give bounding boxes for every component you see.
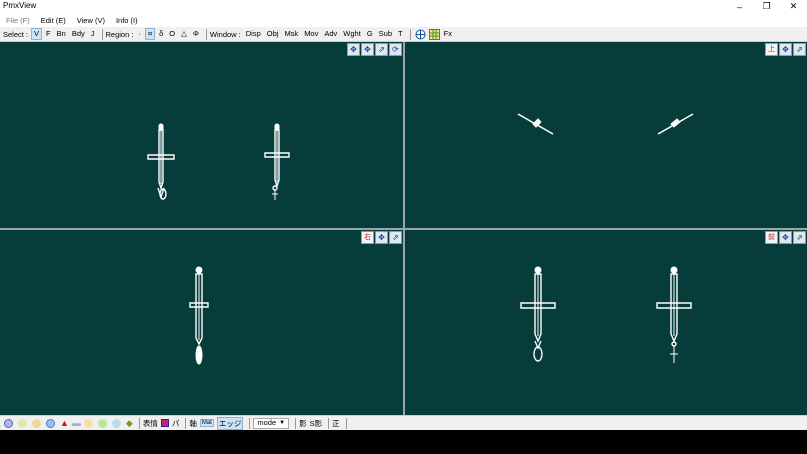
move-icon[interactable]: ✥ xyxy=(361,43,374,56)
select-face-button[interactable]: F xyxy=(44,28,53,40)
vertex-display-icon[interactable] xyxy=(4,418,13,428)
model-render-right xyxy=(189,266,209,365)
front-button[interactable]: 正 xyxy=(332,418,340,429)
region-point-button[interactable]: · xyxy=(136,28,143,40)
menu-view[interactable]: View (V) xyxy=(77,16,105,25)
mode-dropdown-label: mode xyxy=(257,418,277,427)
chevron-down-icon: ▼ xyxy=(279,420,286,426)
face-display-icon[interactable] xyxy=(32,418,41,428)
edge-button[interactable]: エッジ xyxy=(216,416,244,430)
select-label: Select : xyxy=(3,29,29,39)
bottom-separator xyxy=(345,417,347,429)
region-lasso-button[interactable]: δ xyxy=(157,28,165,40)
window-adv-button[interactable]: Adv xyxy=(322,28,339,40)
viewport-right[interactable]: 右 ✥ ⇗ xyxy=(0,230,403,415)
region-triangle-button[interactable]: △ xyxy=(179,28,189,40)
view-label-right[interactable]: 右 xyxy=(361,231,374,244)
bottom-toolbar: ▲ ▬ ◆ 表情 パ 軸 Mat エッジ mode ▼ 影 S影 正 xyxy=(0,415,807,430)
window-mov-button[interactable]: Mov xyxy=(302,28,320,40)
bone-display-icon[interactable] xyxy=(83,418,93,428)
title-bar: PmxView – ❐ ✕ xyxy=(0,0,807,13)
restore-icon[interactable]: ❐ xyxy=(753,0,780,13)
window-t-button[interactable]: T xyxy=(396,28,405,40)
bottom-separator xyxy=(185,417,187,429)
color-swatch-icon[interactable] xyxy=(160,419,169,427)
viewport-tools: ✥ ✥ ⇗ ⟳ xyxy=(347,43,402,56)
toolbar: Select : V F Bn Bdy J Region : · ¤ δ O △… xyxy=(0,27,807,42)
zoom-icon[interactable]: ⇗ xyxy=(793,231,806,244)
fx-button[interactable]: Fx xyxy=(442,28,454,40)
window-title: PmxView xyxy=(3,1,37,10)
ik-display-icon[interactable] xyxy=(97,418,107,428)
viewport-tools: 上 ✥ ⇗ xyxy=(765,43,806,56)
bottom-separator xyxy=(295,417,297,429)
viewport-top[interactable]: 上 ✥ ⇗ xyxy=(405,42,807,228)
zoom-icon[interactable]: ⇗ xyxy=(375,43,388,56)
model-render-front xyxy=(520,266,692,363)
viewport-perspective[interactable]: ✥ ✥ ⇗ ⟳ xyxy=(0,42,403,228)
window-msk-button[interactable]: Msk xyxy=(282,28,300,40)
close-icon[interactable]: ✕ xyxy=(780,0,807,13)
normal-display-icon[interactable] xyxy=(46,418,55,428)
region-rect-button[interactable]: ¤ xyxy=(144,28,156,40)
window-obj-button[interactable]: Obj xyxy=(265,28,281,40)
rotate-icon[interactable]: ⟳ xyxy=(389,43,402,56)
zoom-icon[interactable]: ⇗ xyxy=(793,43,806,56)
menu-bar: File (F) Edit (E) View (V) Info (I) xyxy=(0,13,807,27)
toolbar-separator xyxy=(101,28,103,40)
joint-display-icon[interactable]: ◆ xyxy=(126,418,133,429)
select-bone-button[interactable]: Bn xyxy=(55,28,68,40)
move-icon[interactable]: ✥ xyxy=(779,231,792,244)
pan-icon[interactable]: ✥ xyxy=(347,43,360,56)
window-label: Window : xyxy=(209,29,241,39)
menu-edit[interactable]: Edit (E) xyxy=(41,16,66,25)
bottom-separator xyxy=(249,417,251,429)
viewport-tools: 右 ✥ ⇗ xyxy=(361,231,402,244)
viewport-tools: 前 ✥ ⇗ xyxy=(765,231,806,244)
view-label-front[interactable]: 前 xyxy=(765,231,778,244)
model-render-perspective xyxy=(147,123,290,200)
shadow-button[interactable]: 影 xyxy=(299,418,307,429)
move-icon[interactable]: ✥ xyxy=(375,231,388,244)
material-button[interactable]: Mat xyxy=(199,419,214,427)
grid-icon[interactable] xyxy=(429,28,441,40)
viewport-splitter-horizontal[interactable] xyxy=(0,228,807,230)
menu-info[interactable]: Info (I) xyxy=(116,16,138,25)
morph-button[interactable]: 表情 xyxy=(143,418,158,429)
point-display-icon[interactable] xyxy=(18,418,27,428)
warning-icon[interactable]: ▲ xyxy=(60,418,69,428)
window-sub-button[interactable]: Sub xyxy=(377,28,394,40)
toolbar-separator xyxy=(409,28,411,40)
view-label-top[interactable]: 上 xyxy=(765,43,778,56)
window-disp-button[interactable]: Disp xyxy=(244,28,263,40)
window-wght-button[interactable]: Wght xyxy=(341,28,363,40)
window-g-button[interactable]: G xyxy=(365,28,375,40)
pa-button[interactable]: パ xyxy=(172,418,180,429)
zoom-icon[interactable]: ⇗ xyxy=(389,231,402,244)
line-display-icon[interactable]: ▬ xyxy=(72,418,81,428)
self-shadow-button[interactable]: S影 xyxy=(310,418,323,429)
viewport-front[interactable]: 前 ✥ ⇗ xyxy=(405,230,807,415)
region-phi-button[interactable]: Φ xyxy=(191,28,201,40)
select-joint-button[interactable]: J xyxy=(89,28,97,40)
bottom-separator xyxy=(328,417,330,429)
globe-icon[interactable] xyxy=(415,28,427,40)
body-display-icon[interactable] xyxy=(111,418,121,428)
region-circle-button[interactable]: O xyxy=(167,28,177,40)
taskbar-area xyxy=(0,430,807,454)
region-label: Region : xyxy=(105,29,134,39)
bottom-separator xyxy=(138,417,140,429)
minimize-icon[interactable]: – xyxy=(726,0,753,13)
axis-button[interactable]: 軸 xyxy=(189,418,197,429)
mode-dropdown[interactable]: mode ▼ xyxy=(253,417,290,429)
toolbar-separator xyxy=(205,28,207,40)
model-render-top xyxy=(517,113,694,135)
select-vertex-button[interactable]: V xyxy=(31,28,43,40)
move-icon[interactable]: ✥ xyxy=(779,43,792,56)
select-body-button[interactable]: Bdy xyxy=(70,28,87,40)
menu-file[interactable]: File (F) xyxy=(6,16,30,25)
window-controls: – ❐ ✕ xyxy=(726,0,807,13)
